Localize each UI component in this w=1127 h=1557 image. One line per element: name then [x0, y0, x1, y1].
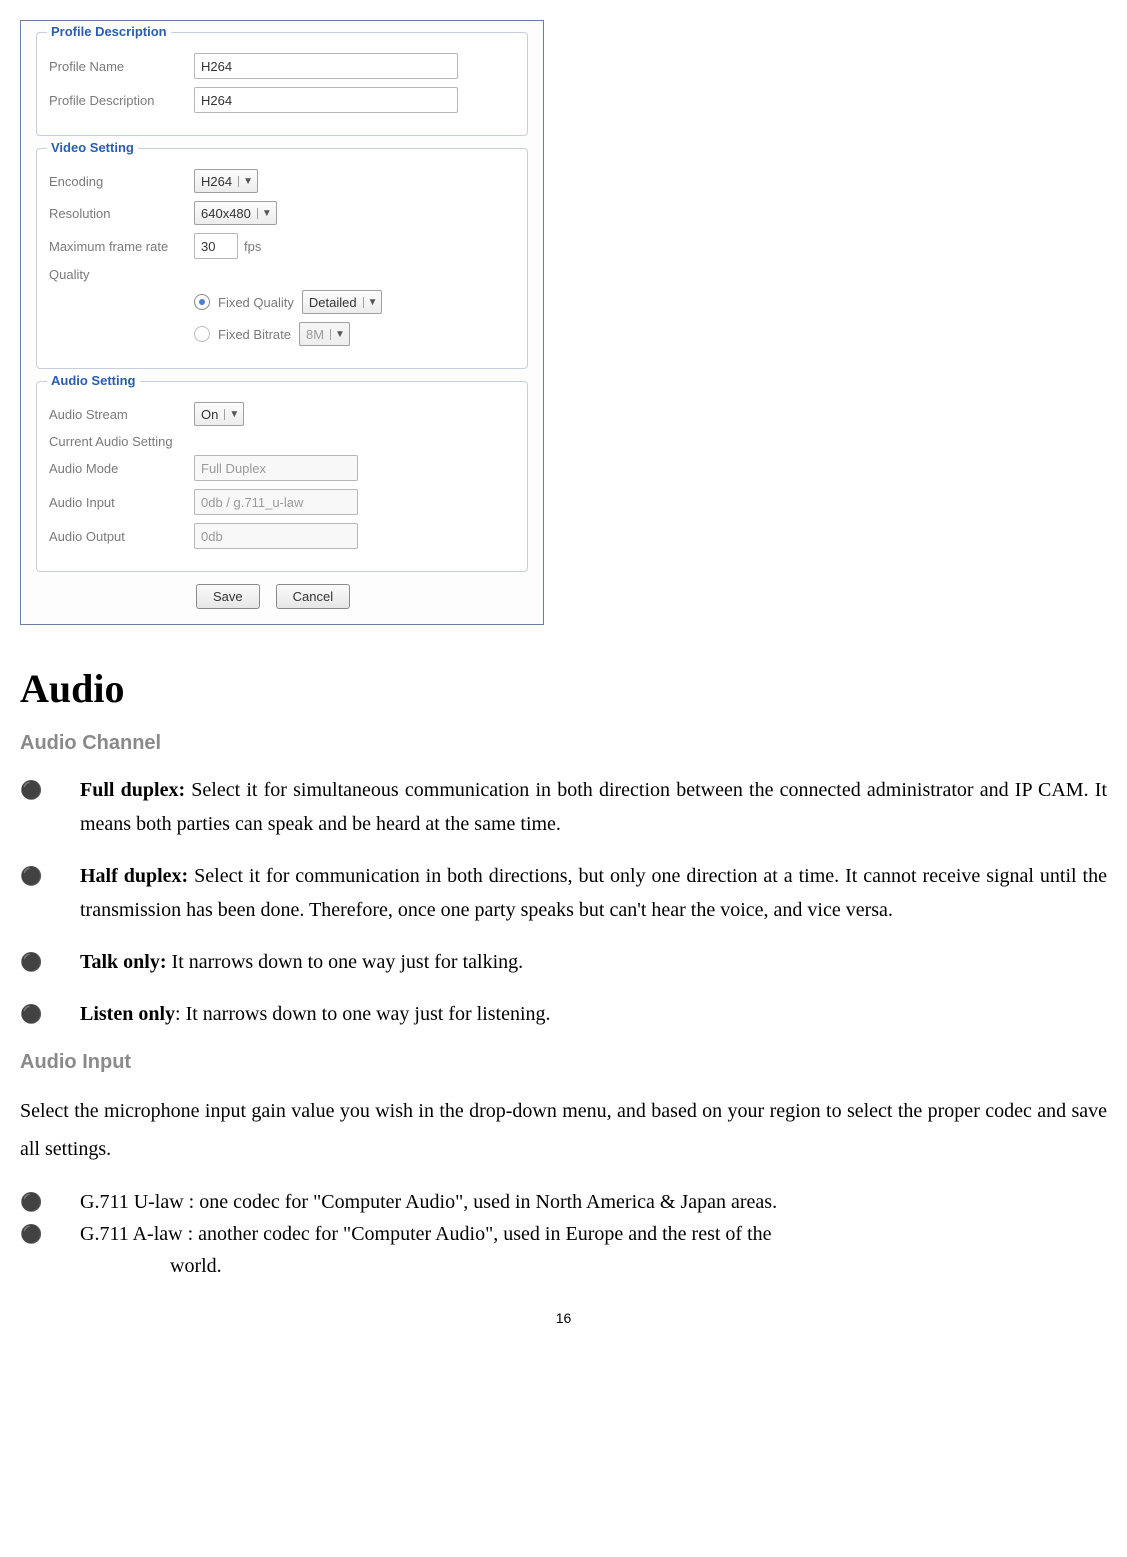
- fixed-quality-value: Detailed: [309, 295, 357, 310]
- bullet-icon: ⚫: [20, 1220, 80, 1248]
- bullet-icon: ⚫: [20, 997, 80, 1031]
- audio-output-label: Audio Output: [49, 529, 194, 544]
- bullet-text: : It narrows down to one way just for li…: [175, 1003, 551, 1025]
- bullet-icon: ⚫: [20, 945, 80, 979]
- video-setting-legend: Video Setting: [47, 140, 138, 155]
- encoding-label: Encoding: [49, 174, 194, 189]
- bullet-bold: Listen only: [80, 1003, 175, 1025]
- max-frame-rate-input[interactable]: [194, 233, 238, 259]
- fixed-quality-select[interactable]: Detailed ▼: [302, 290, 383, 314]
- resolution-select[interactable]: 640x480 ▼: [194, 201, 277, 225]
- save-button[interactable]: Save: [196, 584, 260, 609]
- settings-panel: Profile Description Profile Name Profile…: [20, 20, 544, 625]
- bullet-text: G.711 A-law : another codec for "Compute…: [80, 1220, 1107, 1248]
- audio-mode-label: Audio Mode: [49, 461, 194, 476]
- chevron-down-icon: ▼: [224, 409, 239, 420]
- audio-input-label: Audio Input: [49, 495, 194, 510]
- bullet-full-duplex: ⚫ Full duplex: Select it for simultaneou…: [20, 773, 1107, 841]
- bullet-g711-ulaw: ⚫ G.711 U-law : one codec for "Computer …: [20, 1188, 1107, 1216]
- profile-description-input[interactable]: [194, 87, 458, 113]
- audio-input-paragraph: Select the microphone input gain value y…: [20, 1092, 1107, 1168]
- bullet-half-duplex: ⚫ Half duplex: Select it for communicati…: [20, 859, 1107, 927]
- profile-description-label: Profile Description: [49, 93, 194, 108]
- bullet-g711-alaw: ⚫ G.711 A-law : another codec for "Compu…: [20, 1220, 1107, 1248]
- chevron-down-icon: ▼: [330, 329, 345, 340]
- audio-stream-select[interactable]: On ▼: [194, 402, 244, 426]
- chevron-down-icon: ▼: [238, 176, 253, 187]
- fps-unit: fps: [244, 239, 261, 254]
- resolution-label: Resolution: [49, 206, 194, 221]
- encoding-select-value: H264: [201, 174, 232, 189]
- audio-heading: Audio: [20, 665, 1107, 712]
- fixed-bitrate-select: 8M ▼: [299, 322, 350, 346]
- page-number: 16: [20, 1310, 1107, 1326]
- bullet-g711-alaw-continue: world.: [170, 1252, 1107, 1280]
- fixed-quality-radio[interactable]: [194, 294, 210, 310]
- profile-name-input[interactable]: [194, 53, 458, 79]
- audio-channel-subheading: Audio Channel: [20, 732, 1107, 755]
- max-frame-rate-label: Maximum frame rate: [49, 239, 194, 254]
- bullet-text: Select it for simultaneous communication…: [80, 779, 1107, 835]
- audio-stream-label: Audio Stream: [49, 407, 194, 422]
- fixed-quality-label: Fixed Quality: [218, 295, 294, 310]
- bullet-text: It narrows down to one way just for talk…: [167, 951, 524, 973]
- fixed-bitrate-radio[interactable]: [194, 326, 210, 342]
- profile-description-legend: Profile Description: [47, 24, 171, 39]
- bullet-text: G.711 U-law : one codec for "Computer Au…: [80, 1188, 1107, 1216]
- fixed-bitrate-label: Fixed Bitrate: [218, 327, 291, 342]
- bullet-listen-only: ⚫ Listen only: It narrows down to one wa…: [20, 997, 1107, 1031]
- audio-setting-legend: Audio Setting: [47, 373, 140, 388]
- chevron-down-icon: ▼: [363, 297, 378, 308]
- audio-input-input: [194, 489, 358, 515]
- audio-output-input: [194, 523, 358, 549]
- bullet-bold: Half duplex:: [80, 865, 188, 887]
- settings-panel-inner: Profile Description Profile Name Profile…: [22, 22, 542, 623]
- quality-label: Quality: [49, 267, 194, 282]
- chevron-down-icon: ▼: [257, 208, 272, 219]
- bullet-bold: Full duplex:: [80, 779, 185, 801]
- bullet-talk-only: ⚫ Talk only: It narrows down to one way …: [20, 945, 1107, 979]
- current-audio-setting-label: Current Audio Setting: [49, 434, 515, 449]
- bullet-icon: ⚫: [20, 773, 80, 841]
- profile-name-label: Profile Name: [49, 59, 194, 74]
- bullet-icon: ⚫: [20, 1188, 80, 1216]
- video-setting-fieldset: Video Setting Encoding H264 ▼ Resolution…: [36, 148, 528, 369]
- audio-setting-fieldset: Audio Setting Audio Stream On ▼ Current …: [36, 381, 528, 572]
- resolution-select-value: 640x480: [201, 206, 251, 221]
- encoding-select[interactable]: H264 ▼: [194, 169, 258, 193]
- bullet-text: Select it for communication in both dire…: [80, 865, 1107, 921]
- bullet-icon: ⚫: [20, 859, 80, 927]
- profile-description-fieldset: Profile Description Profile Name Profile…: [36, 32, 528, 136]
- audio-stream-value: On: [201, 407, 218, 422]
- fixed-bitrate-value: 8M: [306, 327, 324, 342]
- audio-mode-input: [194, 455, 358, 481]
- bullet-bold: Talk only:: [80, 951, 167, 973]
- audio-input-subheading: Audio Input: [20, 1051, 1107, 1074]
- cancel-button[interactable]: Cancel: [276, 584, 350, 609]
